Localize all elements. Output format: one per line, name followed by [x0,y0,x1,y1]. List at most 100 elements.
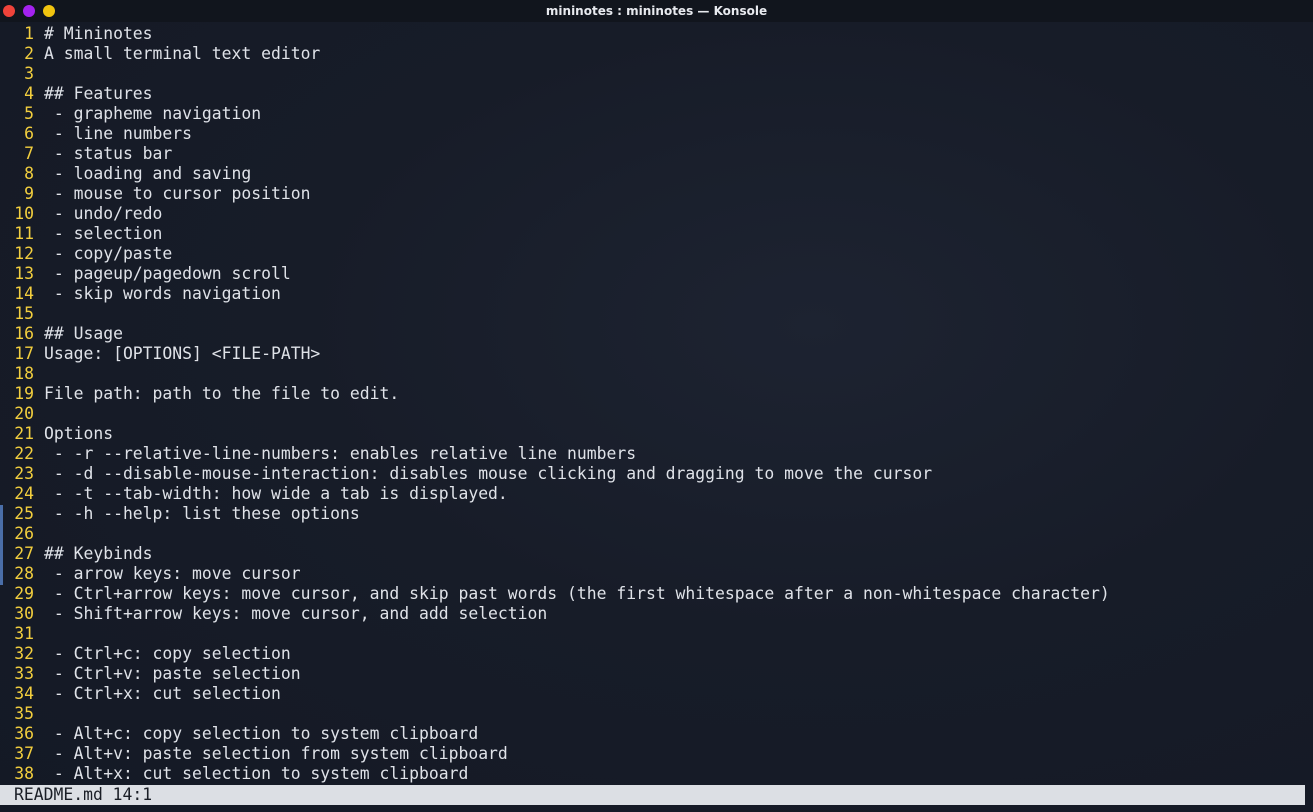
line-text[interactable]: - Ctrl+c: copy selection [44,644,291,664]
line-text[interactable]: - selection [44,224,163,244]
line-number: 22 [14,444,34,463]
line-text[interactable]: ## Keybinds [44,544,153,564]
line-text[interactable]: - Ctrl+arrow keys: move cursor, and skip… [44,584,1110,604]
editor-line[interactable]: 1 # Mininotes [0,24,1313,44]
line-text[interactable]: - pageup/pagedown scroll [44,264,291,284]
editor-line[interactable]: 33 - Ctrl+v: paste selection [0,664,1313,684]
editor-line[interactable]: 31 [0,624,1313,644]
line-text[interactable]: Options [44,424,113,444]
editor-area[interactable]: 1 # Mininotes 2 A small terminal text edito… [0,24,1313,784]
line-number: 25 [14,504,34,523]
editor-line[interactable]: 24 - -t --tab-width: how wide a tab is d… [0,484,1313,504]
line-number: 4 [24,84,34,103]
line-text[interactable]: - Ctrl+x: cut selection [44,684,281,704]
line-number: 27 [14,544,34,563]
editor-line[interactable]: 19 File path: path to the file to edit. [0,384,1313,404]
line-text[interactable]: - -h --help: list these options [44,504,360,524]
line-number: 34 [14,684,34,703]
editor-line[interactable]: 2 A small terminal text editor [0,44,1313,64]
line-text[interactable]: Usage: [OPTIONS] <FILE-PATH> [44,344,320,364]
editor-line[interactable]: 29 - Ctrl+arrow keys: move cursor, and s… [0,584,1313,604]
editor-line[interactable]: 34 - Ctrl+x: cut selection [0,684,1313,704]
line-text[interactable]: # Mininotes [44,24,153,44]
editor-line[interactable]: 26 [0,524,1313,544]
editor-line[interactable]: 4 ## Features [0,84,1313,104]
editor-line[interactable]: 37 - Alt+v: paste selection from system … [0,744,1313,764]
line-number: 5 [24,104,34,123]
line-text[interactable]: - Alt+x: cut selection to system clipboa… [44,764,468,784]
line-number: 21 [14,424,34,443]
line-number: 3 [24,64,34,83]
line-text[interactable]: - loading and saving [44,164,251,184]
line-number: 10 [14,204,34,223]
editor-line[interactable]: 16 ## Usage [0,324,1313,344]
window-title: mininotes : mininotes — Konsole [545,4,768,18]
editor-line[interactable]: 17 Usage: [OPTIONS] <FILE-PATH> [0,344,1313,364]
line-text[interactable]: - arrow keys: move cursor [44,564,301,584]
editor-line[interactable]: 14 - skip words navigation [0,284,1313,304]
title-bar[interactable]: mininotes : mininotes — Konsole [0,0,1313,22]
editor-line[interactable]: 6 - line numbers [0,124,1313,144]
editor-line[interactable]: 7 - status bar [0,144,1313,164]
line-text[interactable]: - -r --relative-line-numbers: enables re… [44,444,636,464]
editor-line[interactable]: 18 [0,364,1313,384]
editor-line[interactable]: 20 [0,404,1313,424]
line-number: 38 [14,764,34,783]
line-number: 26 [14,524,34,543]
editor-line[interactable]: 22 - -r --relative-line-numbers: enables… [0,444,1313,464]
line-number: 1 [24,24,34,43]
editor-line[interactable]: 9 - mouse to cursor position [0,184,1313,204]
line-text[interactable]: - skip words navigation [44,284,281,304]
line-text[interactable]: - Alt+v: paste selection from system cli… [44,744,508,764]
line-number: 14 [14,284,34,303]
line-text[interactable]: - -d --disable-mouse-interaction: disabl… [44,464,932,484]
line-number: 13 [14,264,34,283]
line-number: 36 [14,724,34,743]
editor-line[interactable]: 12 - copy/paste [0,244,1313,264]
line-text[interactable]: - status bar [44,144,172,164]
line-number: 19 [14,384,34,403]
line-text[interactable]: - Shift+arrow keys: move cursor, and add… [44,604,547,624]
line-number: 30 [14,604,34,623]
editor-line[interactable]: 5 - grapheme navigation [0,104,1313,124]
line-text[interactable]: ## Usage [44,324,123,344]
line-number: 6 [24,124,34,143]
line-number: 32 [14,644,34,663]
editor-line[interactable]: 3 [0,64,1313,84]
editor-line[interactable]: 23 - -d --disable-mouse-interaction: dis… [0,464,1313,484]
line-text[interactable]: - Ctrl+v: paste selection [44,664,301,684]
editor-line[interactable]: 35 [0,704,1313,724]
line-text[interactable]: File path: path to the file to edit. [44,384,399,404]
editor-line[interactable]: 30 - Shift+arrow keys: move cursor, and … [0,604,1313,624]
editor-line[interactable]: 10 - undo/redo [0,204,1313,224]
editor-line[interactable]: 8 - loading and saving [0,164,1313,184]
status-bar: README.md 14:1 [0,785,1305,805]
line-number: 29 [14,584,34,603]
line-text[interactable]: ## Features [44,84,153,104]
line-number: 15 [14,304,34,323]
line-number: 17 [14,344,34,363]
line-text[interactable]: - grapheme navigation [44,104,261,124]
line-text[interactable]: - line numbers [44,124,192,144]
line-text[interactable]: A small terminal text editor [44,44,320,64]
line-number: 20 [14,404,34,423]
editor-line[interactable]: 15 [0,304,1313,324]
line-number: 33 [14,664,34,683]
editor-line[interactable]: 25 - -h --help: list these options [0,504,1313,524]
scroll-indicator[interactable] [0,505,3,585]
editor-line[interactable]: 13 - pageup/pagedown scroll [0,264,1313,284]
line-text[interactable]: - undo/redo [44,204,163,224]
line-text[interactable]: - mouse to cursor position [44,184,311,204]
editor-line[interactable]: 21 Options [0,424,1313,444]
line-number: 23 [14,464,34,483]
line-number: 11 [14,224,34,243]
editor-line[interactable]: 38 - Alt+x: cut selection to system clip… [0,764,1313,784]
line-text[interactable]: - copy/paste [44,244,172,264]
editor-line[interactable]: 27 ## Keybinds [0,544,1313,564]
editor-line[interactable]: 36 - Alt+c: copy selection to system cli… [0,724,1313,744]
editor-line[interactable]: 32 - Ctrl+c: copy selection [0,644,1313,664]
line-text[interactable]: - -t --tab-width: how wide a tab is disp… [44,484,508,504]
editor-line[interactable]: 11 - selection [0,224,1313,244]
editor-line[interactable]: 28 - arrow keys: move cursor [0,564,1313,584]
line-text[interactable]: - Alt+c: copy selection to system clipbo… [44,724,478,744]
